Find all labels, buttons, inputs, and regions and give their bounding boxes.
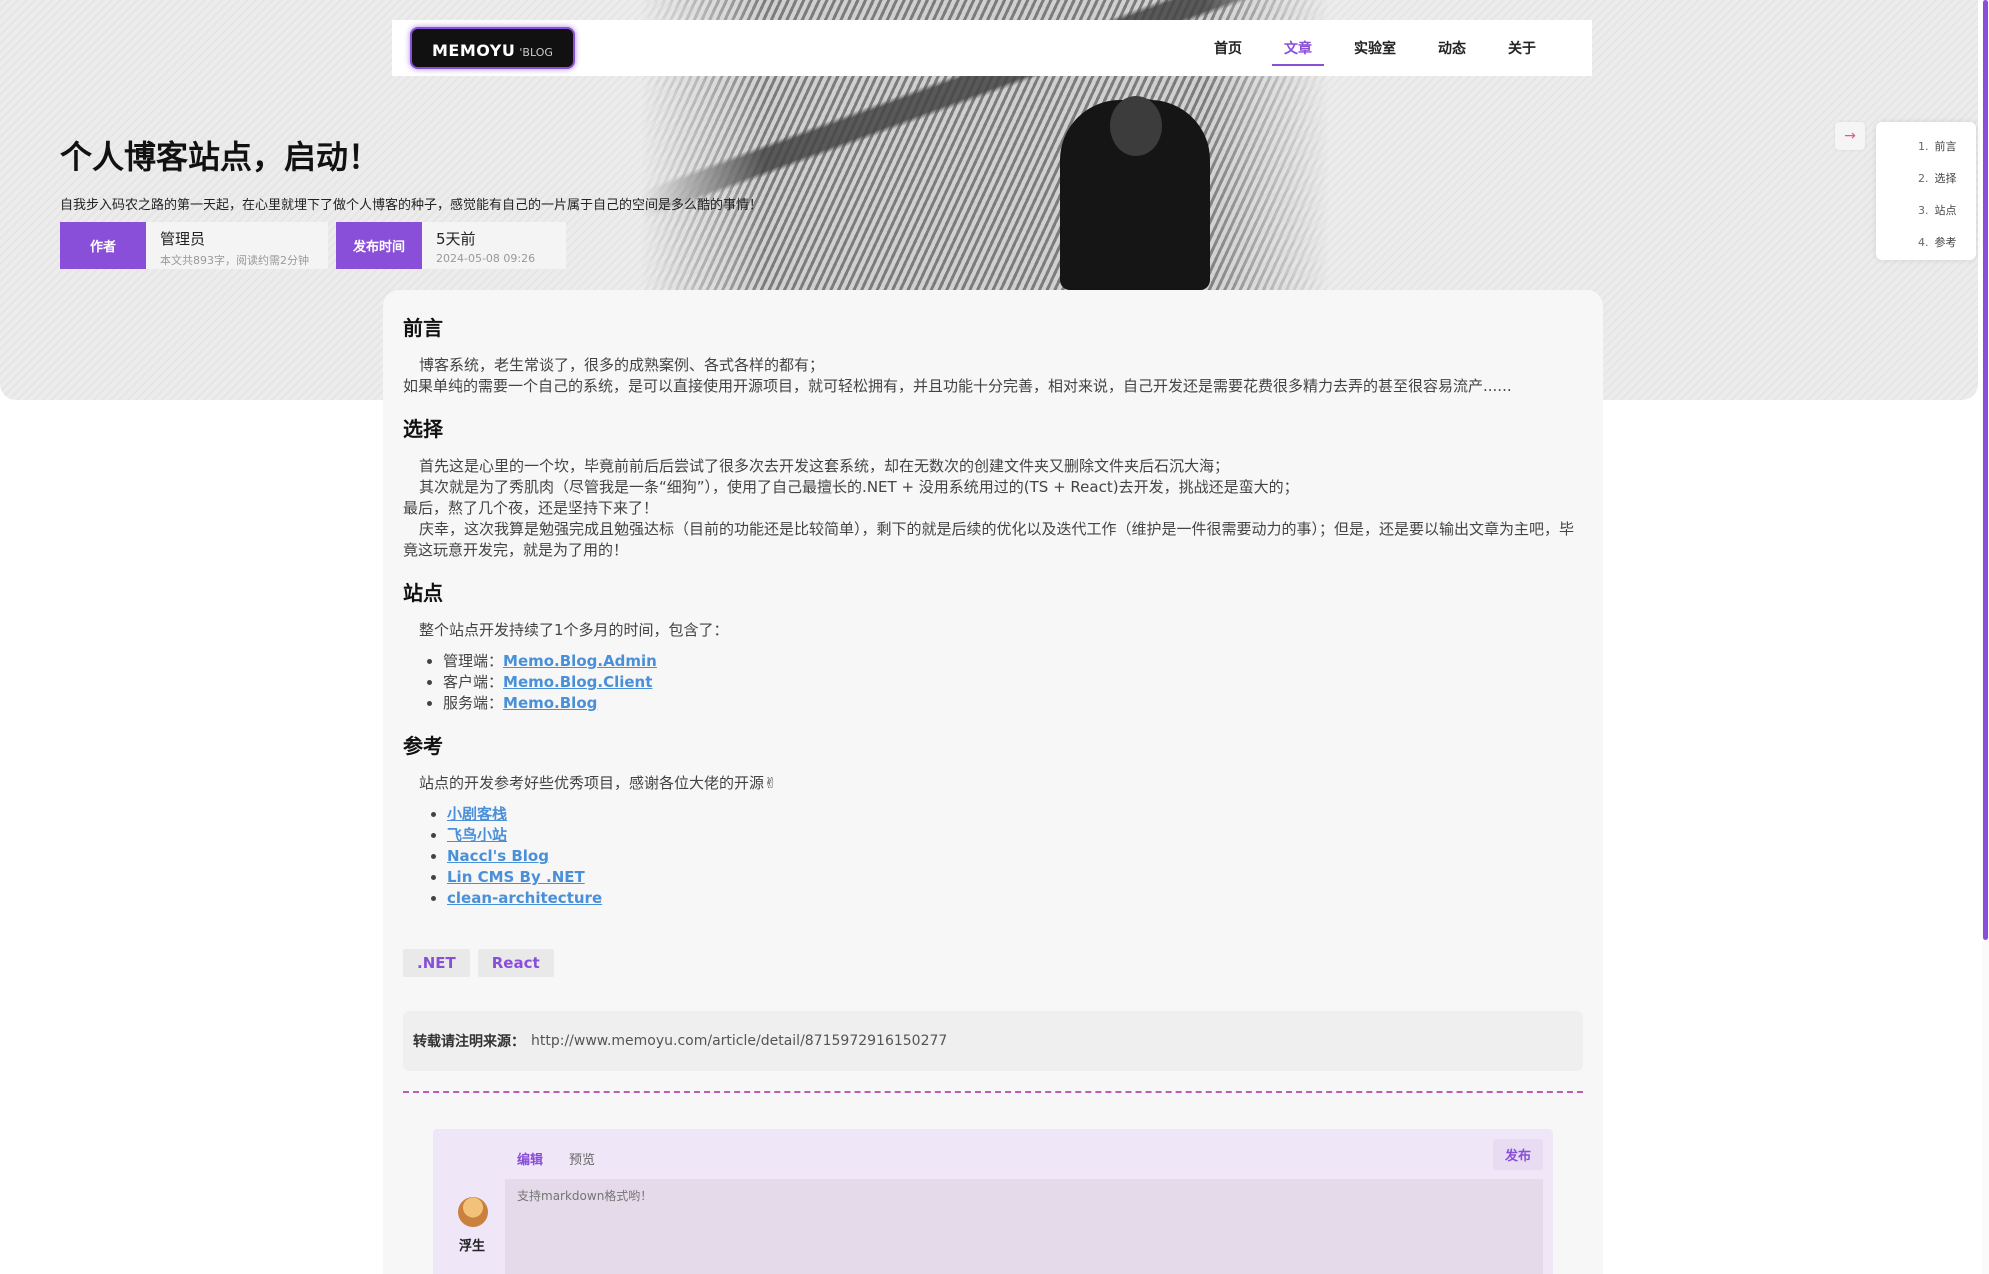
toc-num: 3.: [1918, 204, 1929, 217]
toc-label: 站点: [1934, 204, 1957, 217]
nav-item-moments[interactable]: 动态: [1426, 32, 1478, 64]
toc-item-choice[interactable]: 2. 选择: [1876, 166, 1976, 198]
article-content: 前言 博客系统，老生常谈了，很多的成熟案例、各式各样的都有； 如果单纯的需要一个…: [383, 290, 1603, 1274]
article-stats: 本文共893字，阅读约需2分钟: [160, 254, 309, 267]
section-heading: 站点: [403, 581, 443, 605]
source-url: http://www.memoyu.com/article/detail/871…: [531, 1033, 948, 1049]
navbar: MEMOYU 'BLOG 首页 文章 实验室 动态 关于: [392, 20, 1592, 76]
paragraph: 整个站点开发持续了1个多月的时间，包含了：: [419, 621, 729, 639]
avatar: [458, 1197, 488, 1227]
list-item: clean-architecture: [447, 888, 1583, 909]
reference-list: 小剧客栈 飞鸟小站 Naccl's Blog Lin CMS By .NET c…: [447, 804, 1583, 909]
toc-num: 2.: [1918, 172, 1929, 185]
toc-item-site[interactable]: 3. 站点: [1876, 198, 1976, 230]
scrollbar-thumb[interactable]: [1983, 0, 1988, 940]
list-item: Naccl's Blog: [447, 846, 1583, 867]
tag-dotnet[interactable]: .NET: [403, 949, 470, 977]
section-site: 站点 整个站点开发持续了1个多月的时间，包含了： 管理端：Memo.Blog.A…: [403, 577, 1583, 714]
tab-preview[interactable]: 预览: [569, 1149, 595, 1168]
tag-react[interactable]: React: [477, 949, 554, 977]
section-heading: 选择: [403, 417, 443, 441]
comment-editor: 编辑 预览 发布 浮生: [433, 1129, 1553, 1274]
publish-time-label: 发布时间: [336, 222, 422, 269]
nav-menu: 首页 文章 实验室 动态 关于: [1184, 32, 1548, 66]
list-item-prefix: 管理端：: [443, 652, 504, 670]
article-description: 自我步入码农之路的第一天起，在心里就埋下了做个人博客的种子，感觉能有自己的一片属…: [60, 198, 763, 213]
site-logo[interactable]: MEMOYU 'BLOG: [410, 27, 575, 69]
paragraph: 最后，熬了几个夜，还是坚持下来了！: [403, 499, 659, 517]
author-label: 作者: [60, 222, 146, 269]
publish-time-relative: 5天前: [436, 230, 476, 248]
section-reference: 参考 站点的开发参考好些优秀项目，感谢各位大佬的开源✌ 小剧客栈 飞鸟小站 Na…: [403, 730, 1583, 909]
hero-photo-figure-head: [1110, 96, 1162, 156]
section-preface: 前言 博客系统，老生常谈了，很多的成熟案例、各式各样的都有； 如果单纯的需要一个…: [403, 312, 1583, 397]
section-heading: 前言: [403, 316, 443, 340]
list-item-prefix: 服务端：: [443, 694, 504, 712]
comment-input[interactable]: [505, 1179, 1543, 1274]
paragraph: 如果单纯的需要一个自己的系统，是可以直接使用开源项目，就可轻松拥有，并且功能十分…: [403, 377, 1512, 395]
link-memo-blog-client[interactable]: Memo.Blog.Client: [503, 673, 652, 691]
tab-edit[interactable]: 编辑: [517, 1149, 543, 1168]
logo-sub-text: 'BLOG: [519, 46, 553, 59]
list-item: 飞鸟小站: [447, 825, 1583, 846]
divider: [403, 1091, 1583, 1093]
toc-item-reference[interactable]: 4. 参考: [1876, 230, 1976, 262]
source-notice: 转载请注明来源： http://www.memoyu.com/article/d…: [403, 1011, 1583, 1071]
section-choice: 选择 首先这是心里的一个坎，毕竟前前后后尝试了很多次去开发这套系统，却在无数次的…: [403, 413, 1583, 561]
comment-user-name: 浮生: [459, 1239, 486, 1254]
paragraph: 首先这是心里的一个坎，毕竟前前后后尝试了很多次去开发这套系统，却在无数次的创建文…: [419, 457, 1230, 475]
comment-tabs: 编辑 预览: [517, 1149, 595, 1168]
list-item: Lin CMS By .NET: [447, 867, 1583, 888]
link-memo-blog[interactable]: Memo.Blog: [503, 694, 597, 712]
paragraph: 庆幸，这次我算是勉强完成且勉强达标（目前的功能还是比较简单），剩下的就是后续的优…: [403, 520, 1575, 559]
toc-label: 前言: [1934, 140, 1957, 153]
list-item: 小剧客栈: [447, 804, 1583, 825]
toc-num: 1.: [1918, 140, 1929, 153]
table-of-contents: 1. 前言 2. 选择 3. 站点 4. 参考: [1876, 122, 1976, 260]
paragraph: 其次就是为了秀肌肉（尽管我是一条“细狗”），使用了自己最擅长的.NET + 没用…: [419, 478, 1299, 496]
nav-item-lab[interactable]: 实验室: [1342, 32, 1408, 64]
link-reference[interactable]: clean-architecture: [447, 889, 602, 907]
toc-num: 4.: [1918, 236, 1929, 249]
nav-item-articles[interactable]: 文章: [1272, 32, 1324, 66]
link-reference[interactable]: Naccl's Blog: [447, 847, 549, 865]
toc-label: 选择: [1934, 172, 1957, 185]
nav-item-about[interactable]: 关于: [1496, 32, 1548, 64]
toc-item-preface[interactable]: 1. 前言: [1876, 134, 1976, 166]
toc-toggle-arrow-icon[interactable]: →: [1835, 122, 1865, 150]
publish-button[interactable]: 发布: [1492, 1139, 1543, 1170]
list-item-prefix: 客户端：: [443, 673, 504, 691]
tag-list: .NET React: [403, 949, 1583, 977]
link-reference[interactable]: Lin CMS By .NET: [447, 868, 585, 886]
author-name: 管理员: [160, 230, 206, 248]
paragraph: 博客系统，老生常谈了，很多的成熟案例、各式各样的都有；: [419, 356, 825, 374]
link-reference[interactable]: 小剧客栈: [447, 805, 507, 823]
source-label: 转载请注明来源：: [413, 1034, 525, 1050]
list-item: 客户端：Memo.Blog.Client: [443, 672, 1583, 693]
publish-time-card: 发布时间 5天前 2024-05-08 09:26: [336, 222, 566, 269]
author-card: 作者 管理员 本文共893字，阅读约需2分钟: [60, 222, 328, 269]
list-item: 服务端：Memo.Blog: [443, 693, 1583, 714]
article-title: 个人博客站点，启动！: [60, 138, 381, 176]
publish-time-absolute: 2024-05-08 09:26: [436, 252, 536, 265]
link-reference[interactable]: 飞鸟小站: [447, 826, 507, 844]
paragraph: 站点的开发参考好些优秀项目，感谢各位大佬的开源✌: [419, 774, 777, 792]
link-memo-blog-admin[interactable]: Memo.Blog.Admin: [503, 652, 657, 670]
toc-label: 参考: [1934, 236, 1957, 249]
nav-item-home[interactable]: 首页: [1202, 32, 1254, 64]
section-heading: 参考: [403, 734, 443, 758]
project-list: 管理端：Memo.Blog.Admin 客户端：Memo.Blog.Client…: [443, 651, 1583, 714]
list-item: 管理端：Memo.Blog.Admin: [443, 651, 1583, 672]
logo-main-text: MEMOYU: [432, 41, 516, 60]
